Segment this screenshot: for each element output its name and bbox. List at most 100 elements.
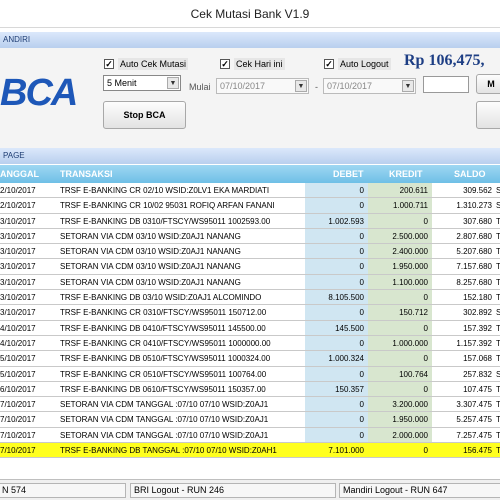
- right-action-button[interactable]: M: [476, 74, 500, 94]
- table-row[interactable]: 3/10/2017 TRSF E-BANKING DB 0310/FTSCY/WS…: [0, 213, 500, 229]
- cell-kredit: 0: [423, 293, 428, 303]
- cell-kredit: 2.000.000: [392, 430, 428, 440]
- cell-saldo: 5.207.680: [456, 247, 492, 257]
- cek-hari-ini-label: Cek Hari ini: [234, 58, 285, 70]
- cell-kredit: 1.950.000: [392, 415, 428, 425]
- col-header-transaksi[interactable]: TRANSAKSI: [60, 169, 113, 179]
- cell-extra: T: [496, 446, 500, 456]
- cell-transaksi: SETORAN VIA CDM 03/10 WSID:Z0AJ1 NANANG: [60, 247, 241, 257]
- cek-hari-ini-checkbox[interactable]: ✓ Cek Hari ini: [220, 57, 285, 71]
- cell-debet: 1.002.593: [328, 216, 364, 226]
- date-from-picker[interactable]: 07/10/2017 ▼: [216, 78, 309, 94]
- chevron-down-icon[interactable]: ▼: [167, 77, 179, 89]
- cell-extra: S: [496, 308, 500, 318]
- cell-transaksi: SETORAN VIA CDM TANGGAL :07/10 07/10 WSI…: [60, 415, 269, 425]
- aux-input[interactable]: [423, 76, 469, 93]
- table-row[interactable]: 7/10/2017 SETORAN VIA CDM TANGGAL :07/10 …: [0, 427, 500, 444]
- table-row[interactable]: 4/10/2017 TRSF E-BANKING CR 0410/FTSCY/WS…: [0, 335, 500, 352]
- table-row[interactable]: 7/10/2017 SETORAN VIA CDM TANGGAL :07/10 …: [0, 412, 500, 428]
- col-header-saldo[interactable]: SALDO: [454, 169, 486, 179]
- cell-tanggal: 3/10/2017: [0, 231, 36, 241]
- cell-tanggal: 3/10/2017: [0, 247, 36, 257]
- cell-tanggal: 2/10/2017: [0, 201, 36, 211]
- date-to-value: 07/10/2017: [327, 81, 373, 91]
- check-icon: ✓: [220, 59, 230, 69]
- cell-transaksi: TRSF E-BANKING DB TANGGAL :07/10 07/10 W…: [60, 446, 277, 456]
- table-row[interactable]: 3/10/2017 TRSF E-BANKING CR 0310/FTSCY/WS…: [0, 305, 500, 321]
- cell-debet: 1.000.324: [328, 354, 364, 364]
- interval-value: 5 Menit: [107, 78, 137, 88]
- cell-extra: T: [496, 415, 500, 425]
- cell-kredit: 100.764: [399, 369, 428, 379]
- table-row[interactable]: 5/10/2017 TRSF E-BANKING DB 0510/FTSCY/WS…: [0, 351, 500, 367]
- table-row[interactable]: 6/10/2017 TRSF E-BANKING DB 0610/FTSCY/WS…: [0, 381, 500, 398]
- table-row[interactable]: 3/10/2017 SETORAN VIA CDM 03/10 WSID:Z0AJ…: [0, 259, 500, 275]
- table-row[interactable]: 2/10/2017 TRSF E-BANKING CR 10/02 95031 R…: [0, 198, 500, 214]
- table-row[interactable]: 3/10/2017 SETORAN VIA CDM 03/10 WSID:Z0AJ…: [0, 228, 500, 245]
- cell-debet: 0: [359, 277, 364, 287]
- cell-debet: 0: [359, 430, 364, 440]
- auto-cek-checkbox[interactable]: ✓ Auto Cek Mutasi: [104, 57, 189, 71]
- cell-extra: T: [496, 430, 500, 440]
- col-header-kredit[interactable]: KREDIT: [389, 169, 423, 179]
- col-header-tanggal[interactable]: ANGGAL: [0, 169, 39, 179]
- cell-tanggal: 3/10/2017: [0, 216, 36, 226]
- cell-transaksi: TRSF E-BANKING CR 10/02 95031 ROFIQ ARFA…: [60, 201, 275, 211]
- cell-debet: 0: [359, 186, 364, 195]
- table-row[interactable]: 3/10/2017 TRSF E-BANKING DB 03/10 WSID:Z0…: [0, 290, 500, 306]
- status-segment-1: N 574: [0, 483, 126, 498]
- transaction-table: 2/10/2017 TRSF E-BANKING CR 02/10 WSID:Z0…: [0, 183, 500, 459]
- cell-kredit: 0: [423, 354, 428, 364]
- cell-saldo: 7.157.680: [456, 262, 492, 272]
- chevron-down-icon[interactable]: ▼: [402, 80, 414, 92]
- cell-saldo: 157.068: [463, 354, 492, 364]
- cell-tanggal: 3/10/2017: [0, 293, 36, 303]
- table-row[interactable]: 5/10/2017 TRSF E-BANKING CR 0510/FTSCY/WS…: [0, 366, 500, 382]
- date-from-value: 07/10/2017: [220, 81, 266, 91]
- cell-extra: T: [496, 277, 500, 287]
- date-to-picker[interactable]: 07/10/2017 ▼: [323, 78, 416, 94]
- cell-transaksi: TRSF E-BANKING CR 02/10 WSID:Z0LV1 EKA M…: [60, 186, 270, 195]
- check-icon: ✓: [324, 59, 334, 69]
- cell-tanggal: 3/10/2017: [0, 262, 36, 272]
- grid-header: ANGGAL TRANSAKSI DEBET KREDIT SALDO: [0, 165, 500, 183]
- cell-debet: 150.357: [335, 384, 364, 394]
- table-row[interactable]: 7/10/2017 TRSF E-BANKING DB TANGGAL :07/1…: [0, 443, 500, 459]
- title-bar: Cek Mutasi Bank V1.9: [0, 0, 500, 28]
- chevron-down-icon[interactable]: ▼: [295, 80, 307, 92]
- cell-extra: S: [496, 201, 500, 211]
- cell-tanggal: 6/10/2017: [0, 384, 36, 394]
- cell-saldo: 302.892: [463, 308, 492, 318]
- cell-saldo: 1.310.273: [456, 201, 492, 211]
- table-row[interactable]: 2/10/2017 TRSF E-BANKING CR 02/10 WSID:Z0…: [0, 183, 500, 199]
- cell-tanggal: 2/10/2017: [0, 186, 36, 195]
- cell-extra: T: [496, 354, 500, 364]
- cell-saldo: 309.562: [463, 186, 492, 195]
- window-title: Cek Mutasi Bank V1.9: [190, 7, 310, 21]
- cell-extra: T: [496, 216, 500, 226]
- cell-saldo: 157.392: [463, 323, 492, 333]
- table-row[interactable]: 7/10/2017 SETORAN VIA CDM TANGGAL :07/10 …: [0, 397, 500, 413]
- col-header-debet[interactable]: DEBET: [333, 169, 364, 179]
- cell-transaksi: TRSF E-BANKING CR 0510/FTSCY/WS95011 100…: [60, 369, 267, 379]
- interval-select[interactable]: 5 Menit ▼: [103, 75, 181, 91]
- table-row[interactable]: 3/10/2017 SETORAN VIA CDM 03/10 WSID:Z0AJ…: [0, 244, 500, 260]
- cell-transaksi: TRSF E-BANKING CR 0310/FTSCY/WS95011 150…: [60, 308, 267, 318]
- cell-debet: 7.101.000: [328, 446, 364, 456]
- cell-extra: T: [496, 262, 500, 272]
- right-panel-button[interactable]: [476, 101, 500, 129]
- cell-tanggal: 3/10/2017: [0, 308, 36, 318]
- table-row[interactable]: 4/10/2017 TRSF E-BANKING DB 0410/FTSCY/WS…: [0, 320, 500, 336]
- cell-extra: T: [496, 231, 500, 241]
- cell-tanggal: 7/10/2017: [0, 415, 36, 425]
- stop-bca-button[interactable]: Stop BCA: [103, 101, 186, 129]
- cell-saldo: 1.157.392: [456, 338, 492, 348]
- cell-transaksi: SETORAN VIA CDM 03/10 WSID:Z0AJ1 NANANG: [60, 231, 241, 241]
- cell-saldo: 2.807.680: [456, 231, 492, 241]
- table-row[interactable]: 3/10/2017 SETORAN VIA CDM 03/10 WSID:Z0AJ…: [0, 274, 500, 291]
- cell-kredit: 0: [423, 446, 428, 456]
- auto-logout-label: Auto Logout: [338, 58, 391, 70]
- cell-tanggal: 3/10/2017: [0, 277, 36, 287]
- cell-transaksi: TRSF E-BANKING CR 0410/FTSCY/WS95011 100…: [60, 338, 271, 348]
- auto-logout-checkbox[interactable]: ✓ Auto Logout: [324, 57, 391, 71]
